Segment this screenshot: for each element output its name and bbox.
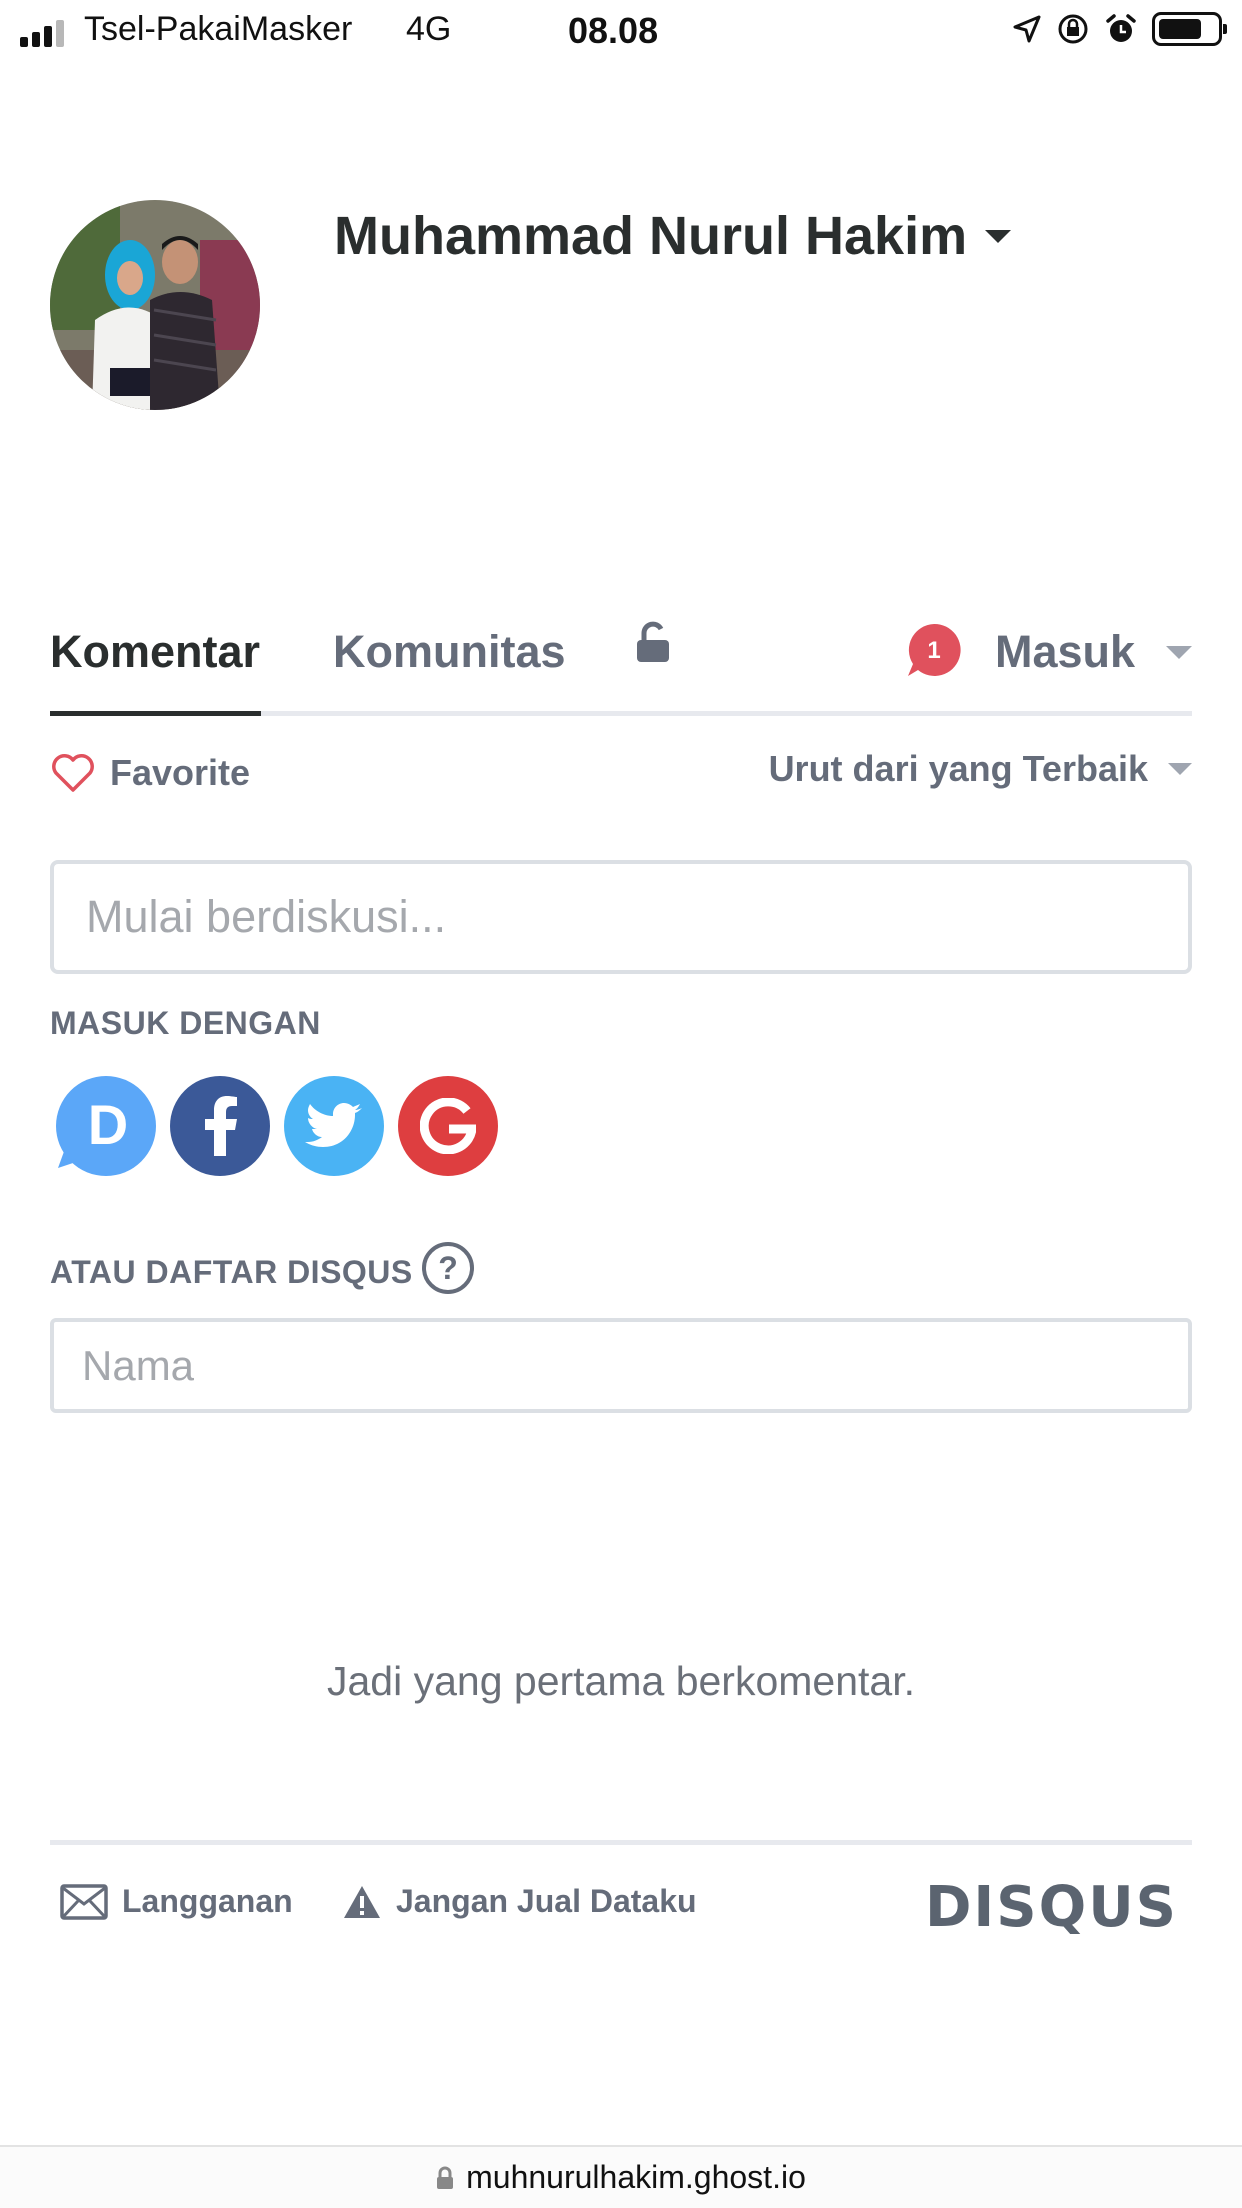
lock-icon (437, 2166, 454, 2189)
active-tab-indicator (50, 711, 261, 716)
sort-dropdown[interactable]: Urut dari yang Terbaik (769, 748, 1192, 790)
facebook-icon (205, 1096, 237, 1156)
login-with-label: MASUK DENGAN (50, 1005, 321, 1041)
notification-count: 1 (927, 637, 940, 664)
tab-comments[interactable]: Komentar (50, 626, 260, 678)
disqus-icon: D (58, 1093, 128, 1168)
svg-text:D: D (88, 1093, 128, 1156)
twitter-login-button[interactable] (284, 1076, 384, 1176)
footer: Langganan Jangan Jual Dataku DISQUS (50, 1840, 1192, 1960)
favorite-button[interactable]: Favorite (50, 752, 250, 794)
location-arrow-icon (1013, 15, 1041, 43)
url-bar[interactable]: muhnurulhakim.ghost.io (0, 2145, 1242, 2208)
profile-name-dropdown[interactable]: Muhammad Nurul Hakim (334, 205, 1012, 267)
disqus-logo[interactable]: DISQUS (925, 1875, 1178, 1940)
subscribe-label: Langganan (122, 1883, 293, 1919)
heart-icon (52, 754, 94, 792)
status-icons (1012, 12, 1227, 46)
empty-comments-message: Jadi yang pertama berkomentar. (327, 1658, 915, 1704)
signal-strength-icon (20, 20, 64, 47)
login-menu[interactable]: Masuk (995, 626, 1135, 678)
profile-name: Muhammad Nurul Hakim (334, 206, 968, 266)
lock-icon[interactable] (636, 620, 670, 664)
warning-icon (344, 1885, 380, 1918)
facebook-login-button[interactable] (170, 1076, 270, 1176)
battery-icon (1152, 12, 1227, 46)
tab-community[interactable]: Komunitas (333, 626, 566, 678)
name-field[interactable] (50, 1318, 1192, 1413)
avatar[interactable] (50, 200, 260, 410)
tab-bar: Komentar Komunitas 1 Masuk (50, 600, 1192, 716)
notification-badge[interactable]: 1 (906, 622, 962, 678)
caret-down-icon (985, 229, 1012, 243)
status-bar: Tsel-PakaiMasker 4G 08.08 (0, 0, 1242, 64)
google-icon (420, 1098, 476, 1154)
twitter-icon (305, 1103, 362, 1147)
favorite-label: Favorite (110, 752, 251, 793)
envelope-icon (60, 1883, 108, 1920)
svg-text:?: ? (438, 1250, 458, 1286)
sort-label: Urut dari yang Terbaik (768, 748, 1148, 789)
do-not-sell-label: Jangan Jual Dataku (396, 1883, 697, 1919)
status-time: 08.08 (568, 10, 659, 51)
social-login-buttons: D (56, 1076, 498, 1176)
chevron-down-icon (1168, 763, 1192, 775)
subscribe-link[interactable]: Langganan (60, 1883, 293, 1920)
do-not-sell-link[interactable]: Jangan Jual Dataku (342, 1883, 697, 1920)
register-label: ATAU DAFTAR DISQUS (50, 1254, 413, 1290)
alarm-icon (1106, 14, 1136, 42)
disqus-login-button[interactable]: D (56, 1076, 156, 1176)
chevron-down-icon[interactable] (1166, 646, 1192, 659)
url-domain: muhnurulhakim.ghost.io (466, 2159, 806, 2195)
help-icon[interactable]: ? (420, 1240, 476, 1296)
comment-input[interactable] (50, 860, 1192, 974)
carrier-name: Tsel-PakaiMasker (84, 10, 353, 48)
google-login-button[interactable] (398, 1076, 498, 1176)
rotation-lock-icon (1058, 14, 1088, 44)
network-type: 4G (406, 10, 452, 48)
